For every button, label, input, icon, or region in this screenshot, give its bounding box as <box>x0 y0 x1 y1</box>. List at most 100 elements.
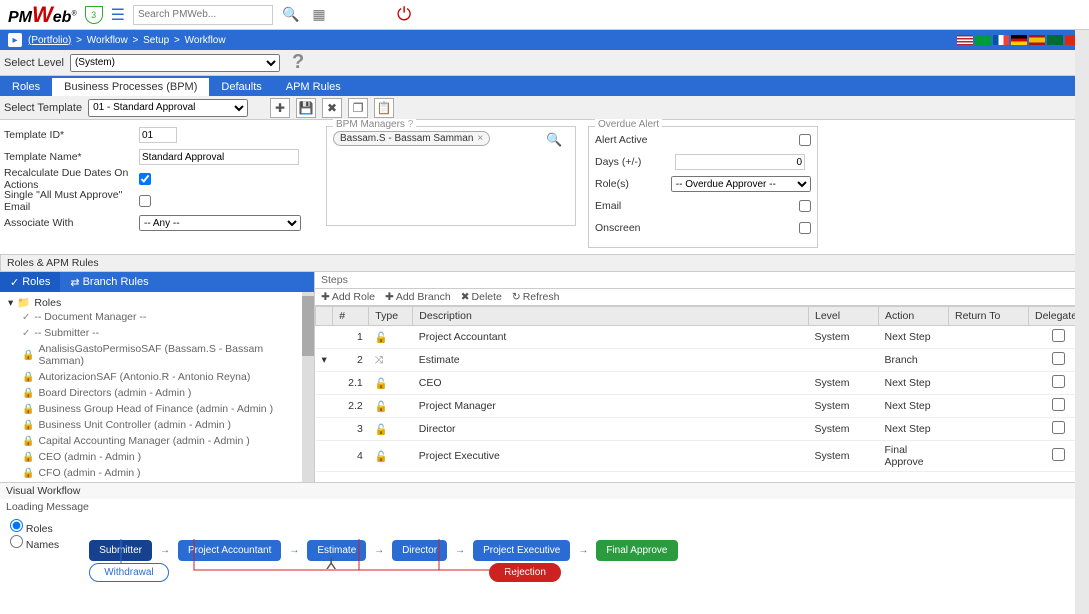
breadcrumb-workflow1[interactable]: Workflow <box>87 35 128 46</box>
breadcrumb-toggle-icon[interactable]: ▸ <box>8 33 22 47</box>
breadcrumb-setup[interactable]: Setup <box>143 35 169 46</box>
associate-label: Associate With <box>4 217 139 229</box>
help-icon[interactable]: ? <box>292 51 304 74</box>
delegate-checkbox[interactable] <box>1052 398 1065 411</box>
breadcrumb-portfolio[interactable]: (Portfolio) <box>28 35 71 46</box>
flag-us[interactable] <box>957 35 973 45</box>
node-submitter[interactable]: Submitter <box>89 540 152 561</box>
table-row[interactable]: ▾2⤨EstimateBranch <box>316 349 1089 372</box>
template-id-input[interactable] <box>139 127 177 143</box>
copy-button[interactable]: ❐ <box>348 98 368 118</box>
tree-item[interactable]: 🔒Capital Accounting Manager (admin - Adm… <box>4 433 310 449</box>
delegate-checkbox[interactable] <box>1052 421 1065 434</box>
roles-panel: ✓Roles ⇄Branch Rules ▾📁Roles ✓-- Documen… <box>0 272 315 482</box>
rules-header: Roles & APM Rules <box>0 254 1089 272</box>
tree-root[interactable]: ▾📁Roles <box>4 296 310 309</box>
col-action[interactable]: Action <box>879 307 949 326</box>
page-scrollbar[interactable] <box>1075 30 1089 614</box>
grid-icon[interactable]: ▦ <box>309 5 329 25</box>
tab-apm[interactable]: APM Rules <box>274 78 353 96</box>
manager-search-icon[interactable]: 🔍 <box>546 132 562 147</box>
subtab-branch[interactable]: ⇄Branch Rules <box>60 272 158 292</box>
overdue-email-checkbox[interactable] <box>799 200 811 212</box>
col-type[interactable]: Type <box>369 307 413 326</box>
logo-w: W <box>32 2 53 27</box>
tree-item[interactable]: 🔒Board Directors (admin - Admin ) <box>4 385 310 401</box>
overdue-onscreen-checkbox[interactable] <box>799 222 811 234</box>
table-row[interactable]: 1🔓Project AccountantSystemNext Step <box>316 326 1089 349</box>
delegate-checkbox[interactable] <box>1052 448 1065 461</box>
delegate-checkbox[interactable] <box>1052 375 1065 388</box>
overdue-onscreen-label: Onscreen <box>595 222 675 234</box>
flag-fr[interactable] <box>993 35 1009 45</box>
breadcrumb-workflow2[interactable]: Workflow <box>185 35 226 46</box>
remove-tag-icon[interactable]: × <box>477 133 483 144</box>
template-name-input[interactable] <box>139 149 299 165</box>
overdue-roles-dropdown[interactable]: -- Overdue Approver -- <box>671 176 811 192</box>
node-pa[interactable]: Project Accountant <box>178 540 281 561</box>
menu-icon[interactable]: ☰ <box>111 5 125 25</box>
refresh-button[interactable]: ↻ Refresh <box>512 291 560 303</box>
radio-roles[interactable]: Roles <box>10 519 59 535</box>
pill-withdrawal[interactable]: Withdrawal <box>89 563 168 582</box>
breadcrumb-bar: ▸ (Portfolio) > Workflow > Setup > Workf… <box>0 30 1089 50</box>
tree-item[interactable]: 🔒Business Unit Controller (admin - Admin… <box>4 417 310 433</box>
tree-item[interactable]: ✓-- Submitter -- <box>4 325 310 341</box>
paste-button[interactable]: 📋 <box>374 98 394 118</box>
tree-item[interactable]: 🔒AutorizacionSAF (Antonio.R - Antonio Re… <box>4 369 310 385</box>
tab-roles[interactable]: Roles <box>0 78 52 96</box>
table-row[interactable]: 4🔓Project ExecutiveSystemFinal Approve <box>316 441 1089 472</box>
flag-de[interactable] <box>1011 35 1027 45</box>
table-row[interactable]: 3🔓DirectorSystemNext Step <box>316 418 1089 441</box>
tree-item[interactable]: 🔒AnalisisGastoPermisoSAF (Bassam.S - Bas… <box>4 341 310 369</box>
node-director[interactable]: Director <box>392 540 447 561</box>
node-estimate[interactable]: Estimate <box>307 540 366 561</box>
delete-button[interactable]: ✖ <box>322 98 342 118</box>
table-row[interactable]: 2.2🔓Project ManagerSystemNext Step <box>316 395 1089 418</box>
pill-rejection[interactable]: Rejection <box>489 563 561 582</box>
search-input[interactable] <box>133 5 273 25</box>
arrow-icon: → <box>578 545 588 556</box>
tree-item[interactable]: ✓-- Document Manager -- <box>4 309 310 325</box>
branch-icon: ⅄ <box>326 554 336 574</box>
node-pe[interactable]: Project Executive <box>473 540 570 561</box>
flag-es[interactable] <box>1029 35 1045 45</box>
days-input[interactable] <box>675 154 805 170</box>
delete-step-button[interactable]: ✖ Delete <box>461 291 502 303</box>
select-template-dropdown[interactable]: 01 - Standard Approval <box>88 99 248 117</box>
subtab-roles[interactable]: ✓Roles <box>0 272 60 292</box>
tree-item[interactable]: 🔒Business Group Head of Finance (admin -… <box>4 401 310 417</box>
tree-scrollbar[interactable] <box>302 292 314 482</box>
tree-item[interactable]: 🔒CEO (admin - Admin ) <box>4 449 310 465</box>
col-return[interactable]: Return To <box>949 307 1029 326</box>
tree-item[interactable]: 🔒CFO (admin - Admin ) <box>4 465 310 481</box>
overdue-email-label: Email <box>595 200 675 212</box>
add-branch-button[interactable]: ✚ Add Branch <box>385 291 451 303</box>
manager-tag[interactable]: Bassam.S - Bassam Samman× <box>333 131 490 146</box>
delegate-checkbox[interactable] <box>1052 352 1065 365</box>
node-final[interactable]: Final Approve <box>596 540 677 561</box>
roles-tree[interactable]: ▾📁Roles ✓-- Document Manager --✓-- Submi… <box>0 292 314 482</box>
tab-defaults[interactable]: Defaults <box>209 78 273 96</box>
visual-workflow-header: Visual Workflow <box>0 482 1089 499</box>
radio-names[interactable]: Names <box>10 535 59 551</box>
flag-br[interactable] <box>975 35 991 45</box>
associate-dropdown[interactable]: -- Any -- <box>139 215 301 231</box>
flag-sa[interactable] <box>1047 35 1063 45</box>
add-role-button[interactable]: ✚ Add Role <box>321 291 375 303</box>
power-icon[interactable]: ⏻ <box>397 4 411 25</box>
shield-icon[interactable]: 3 <box>85 6 103 24</box>
delegate-checkbox[interactable] <box>1052 329 1065 342</box>
alert-active-checkbox[interactable] <box>799 134 811 146</box>
col-num[interactable]: # <box>333 307 369 326</box>
search-icon[interactable]: 🔍 <box>281 5 301 25</box>
tab-bpm[interactable]: Business Processes (BPM) <box>52 78 209 96</box>
single-approve-checkbox[interactable] <box>139 195 151 207</box>
select-level-dropdown[interactable]: (System) <box>70 54 280 72</box>
table-row[interactable]: 2.1🔓CEOSystemNext Step <box>316 372 1089 395</box>
recalc-checkbox[interactable] <box>139 173 151 185</box>
save-button[interactable]: 💾 <box>296 98 316 118</box>
new-button[interactable]: ✚ <box>270 98 290 118</box>
col-level[interactable]: Level <box>809 307 879 326</box>
col-desc[interactable]: Description <box>413 307 809 326</box>
